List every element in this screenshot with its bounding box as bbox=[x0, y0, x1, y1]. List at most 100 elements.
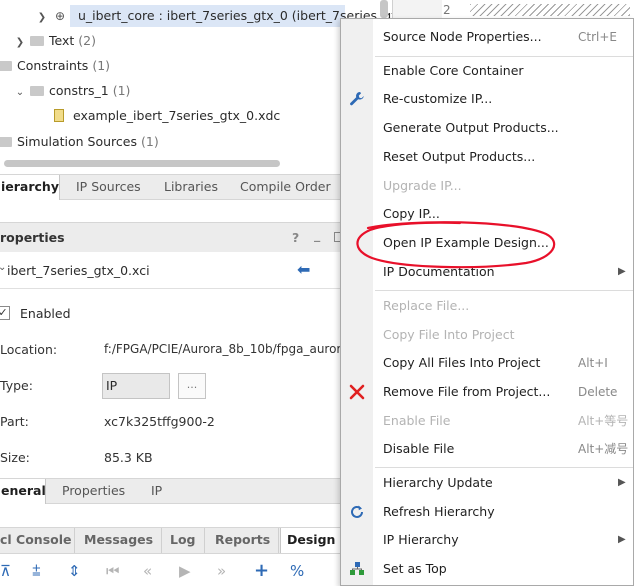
menu-item-copy-all-files-into-project[interactable]: Copy All Files Into Project Alt+I bbox=[341, 350, 633, 376]
refresh-icon bbox=[351, 505, 363, 518]
type-more-button[interactable]: ... bbox=[178, 373, 206, 399]
first-icon[interactable]: ⏮ bbox=[106, 562, 120, 580]
menu-item-label: Source Node Properties... bbox=[383, 29, 542, 44]
type-field[interactable]: IP bbox=[102, 373, 170, 399]
location-value: f:/FPGA/PCIE/Aurora_8b_10b/fpga_auror bbox=[104, 342, 342, 356]
menu-item-label: Refresh Hierarchy bbox=[383, 504, 495, 519]
tab-general[interactable]: eneral bbox=[0, 479, 46, 504]
expand-all-icon[interactable]: ⩲ bbox=[32, 562, 41, 580]
help-icon[interactable]: ? bbox=[292, 230, 299, 245]
properties-divider bbox=[0, 288, 345, 289]
menu-item-shortcut: Alt+I bbox=[578, 356, 608, 370]
editor-gutter bbox=[392, 0, 442, 20]
menu-separator bbox=[375, 56, 633, 57]
tree-item-xdc-file[interactable]: example_ibert_7series_gtx_0.xdc bbox=[54, 104, 280, 128]
menu-item-label: Set as Top bbox=[383, 561, 447, 576]
menu-item-replace-file[interactable]: Replace File... bbox=[341, 293, 633, 319]
menu-item-shortcut: Ctrl+E bbox=[578, 30, 617, 44]
tab-design-runs[interactable]: Design R bbox=[280, 528, 349, 553]
submenu-arrow-icon: ▶ bbox=[618, 477, 626, 488]
folder-icon bbox=[30, 86, 44, 96]
menu-item-remove-file-from-project[interactable]: Remove File from Project... Delete bbox=[341, 379, 633, 405]
tab-ip-sources[interactable]: IP Sources bbox=[76, 175, 141, 200]
menu-item-label: Reset Output Products... bbox=[383, 149, 536, 164]
size-value: 85.3 KB bbox=[104, 450, 153, 462]
percent-icon[interactable]: % bbox=[290, 562, 304, 580]
play-icon[interactable]: ▶ bbox=[179, 562, 191, 580]
menu-item-refresh-hierarchy[interactable]: Refresh Hierarchy bbox=[341, 499, 633, 525]
chevron-right-icon[interactable]: ❯ bbox=[36, 6, 48, 30]
sources-tree: ❯ ⊕ u_ibert_core : ibert_7series_gtx_0 (… bbox=[0, 0, 404, 167]
menu-item-label: Disable File bbox=[383, 441, 455, 456]
next-icon[interactable]: » bbox=[217, 562, 226, 580]
tab-log[interactable]: Log bbox=[163, 528, 205, 553]
properties-title: roperties bbox=[0, 230, 65, 245]
menu-item-hierarchy-update[interactable]: Hierarchy Update ▶ bbox=[341, 470, 633, 496]
menu-item-set-as-top[interactable]: Set as Top bbox=[341, 556, 633, 582]
sources-tab-bar: ierarchy IP Sources Libraries Compile Or… bbox=[0, 174, 345, 200]
properties-tab-bar: eneral Properties IP bbox=[0, 478, 345, 504]
menu-item-shortcut: Alt+减号 bbox=[578, 442, 629, 456]
tree-item-count: (1) bbox=[92, 58, 111, 73]
properties-file-name: ibert_7series_gtx_0.xci bbox=[7, 263, 150, 278]
tab-libraries[interactable]: Libraries bbox=[164, 175, 218, 200]
folder-icon bbox=[0, 61, 12, 71]
menu-item-label: Hierarchy Update bbox=[383, 475, 493, 490]
tab-messages[interactable]: Messages bbox=[76, 528, 162, 553]
xdc-file-icon bbox=[54, 109, 64, 122]
chevron-down-icon[interactable]: ⌄ bbox=[0, 262, 6, 273]
menu-item-reset-output-products[interactable]: Reset Output Products... bbox=[341, 144, 633, 170]
runs-toolbar: ⊼ ⩲ ⇕ ⏮ « ▶ » + % bbox=[0, 560, 345, 586]
menu-item-disable-file[interactable]: Disable File Alt+减号 bbox=[341, 436, 633, 462]
back-arrow-icon[interactable]: ⬅ bbox=[297, 260, 310, 279]
annotation-ellipse bbox=[356, 221, 556, 269]
tree-item-label: constrs_1 bbox=[49, 83, 109, 98]
menu-item-label: Enable File bbox=[383, 413, 451, 428]
chevron-down-icon[interactable]: ⌄ bbox=[14, 81, 26, 105]
chevron-right-icon[interactable]: ❯ bbox=[14, 31, 26, 55]
tree-item-count: (1) bbox=[112, 83, 131, 98]
tree-item-label: Text bbox=[49, 33, 75, 48]
menu-item-source-node-properties[interactable]: Source Node Properties... Ctrl+E bbox=[341, 24, 633, 50]
submenu-arrow-icon: ▶ bbox=[618, 266, 626, 277]
tab-ip[interactable]: IP bbox=[151, 479, 162, 504]
minimize-icon[interactable]: _ bbox=[314, 227, 320, 242]
previous-icon[interactable]: « bbox=[143, 562, 152, 580]
tab-reports[interactable]: Reports bbox=[206, 528, 279, 553]
editor-hatched-line bbox=[470, 4, 630, 16]
tab-hierarchy[interactable]: ierarchy bbox=[0, 175, 60, 200]
type-label: Type: bbox=[0, 378, 33, 393]
vertical-scrollbar[interactable] bbox=[380, 0, 388, 18]
menu-item-label: Remove File from Project... bbox=[383, 384, 551, 399]
menu-item-enable-core-container[interactable]: Enable Core Container bbox=[341, 58, 633, 84]
properties-header: roperties ? _ bbox=[0, 222, 345, 252]
menu-item-enable-file[interactable]: Enable File Alt+等号 bbox=[341, 408, 633, 434]
collapse-all-icon[interactable]: ⊼ bbox=[0, 562, 11, 580]
menu-item-label: Re-customize IP... bbox=[383, 91, 493, 106]
tree-item-constrs-1[interactable]: ⌄ constrs_1 (1) bbox=[14, 79, 131, 105]
menu-item-generate-output-products[interactable]: Generate Output Products... bbox=[341, 115, 633, 141]
menu-item-shortcut: Alt+等号 bbox=[578, 414, 629, 428]
bottom-tab-bar: cl Console Messages Log Reports Design R bbox=[0, 527, 349, 554]
menu-item-shortcut: Delete bbox=[578, 385, 618, 399]
tree-item-constraints[interactable]: Constraints (1) bbox=[0, 54, 110, 78]
tab-properties[interactable]: Properties bbox=[62, 479, 125, 504]
menu-item-label: Replace File... bbox=[383, 298, 470, 313]
tree-item-label: Simulation Sources bbox=[17, 134, 138, 149]
menu-item-ip-hierarchy[interactable]: IP Hierarchy ▶ bbox=[341, 527, 633, 553]
menu-item-re-customize-ip[interactable]: Re-customize IP... bbox=[341, 86, 633, 112]
sort-icon[interactable]: ⇕ bbox=[68, 562, 81, 580]
add-icon[interactable]: + bbox=[254, 560, 269, 581]
red-x-icon bbox=[349, 384, 365, 400]
tab-tcl-console[interactable]: cl Console bbox=[0, 528, 75, 553]
horizontal-scrollbar[interactable] bbox=[4, 160, 280, 167]
menu-item-label: Enable Core Container bbox=[383, 63, 524, 78]
enabled-checkbox[interactable]: ✓ bbox=[0, 306, 10, 320]
menu-item-upgrade-ip[interactable]: Upgrade IP... bbox=[341, 173, 633, 199]
tree-item-text[interactable]: ❯ Text (2) bbox=[14, 29, 96, 53]
menu-item-copy-file-into-project[interactable]: Copy File Into Project bbox=[341, 322, 633, 348]
tab-compile-order[interactable]: Compile Order bbox=[240, 175, 331, 200]
menu-separator bbox=[375, 290, 633, 291]
tree-item-simulation-sources[interactable]: Simulation Sources (1) bbox=[0, 130, 159, 154]
folder-icon bbox=[0, 137, 12, 147]
